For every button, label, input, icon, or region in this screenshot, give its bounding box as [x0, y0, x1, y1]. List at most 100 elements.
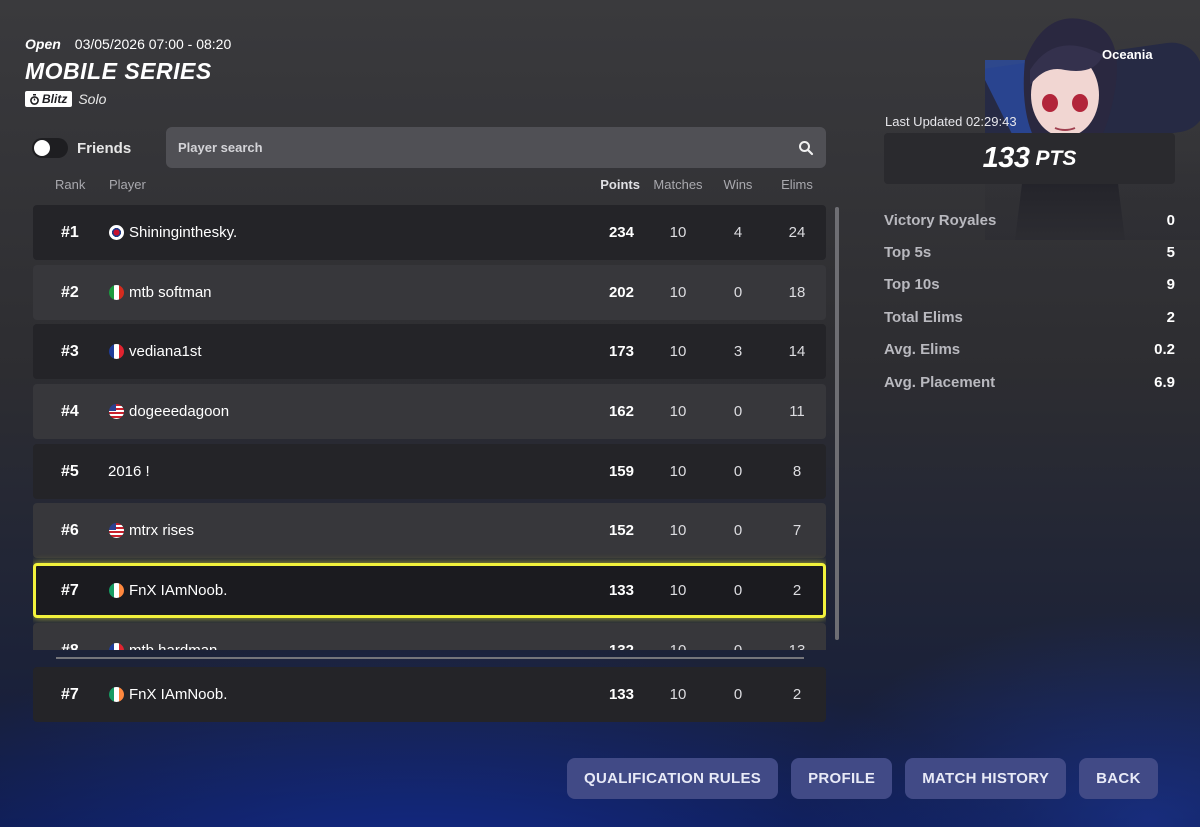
column-matches[interactable]: Matches	[643, 177, 713, 192]
flag-kr-icon	[109, 225, 124, 240]
friends-toggle[interactable]	[32, 138, 68, 158]
points-value: 133	[982, 142, 1030, 174]
row-points: 152	[608, 522, 634, 539]
leaderboard-row[interactable]: #1 Shininginthesky. 234 10 4 24	[33, 205, 826, 260]
row-rank: #5	[61, 463, 79, 480]
row-player: Shininginthesky.	[109, 205, 237, 260]
stat-label: Top 5s	[884, 244, 932, 262]
row-elims: 7	[792, 522, 802, 539]
blitz-badge: Blitz	[25, 91, 73, 107]
profile-button[interactable]: PROFILE	[791, 758, 893, 799]
row-elims: 2	[792, 582, 802, 599]
friends-filter[interactable]: Friends	[32, 138, 131, 158]
row-elims: 24	[788, 224, 806, 241]
row-matches: 10	[669, 343, 687, 360]
event-status: Open	[25, 36, 61, 52]
row-player: vediana1st	[109, 324, 202, 379]
timer-icon	[30, 93, 39, 105]
row-rank: #6	[61, 522, 79, 539]
leaderboard-row[interactable]: #6 mtrx rises 152 10 0 7	[33, 503, 826, 558]
row-matches: 10	[669, 522, 687, 539]
match-history-button[interactable]: MATCH HISTORY	[905, 758, 1067, 799]
row-points: 173	[608, 343, 634, 360]
scrollbar-thumb[interactable]	[835, 207, 839, 640]
leaderboard-row[interactable]: #4 dogeeedagoon 162 10 0 11	[33, 384, 826, 439]
row-elims: 8	[792, 463, 802, 480]
row-points: 202	[608, 284, 634, 301]
row-rank: #2	[61, 284, 79, 301]
stat-value: 9	[1166, 276, 1175, 294]
row-player-name: dogeeedagoon	[129, 403, 230, 420]
stat-top-10s: Top 10s 9	[884, 269, 1175, 301]
leaderboard-scrollbar[interactable]	[835, 207, 839, 640]
row-player: mtrx rises	[109, 503, 194, 558]
leaderboard-column-headers: Rank Player Points Matches Wins Elims	[33, 177, 826, 193]
row-elims: 14	[788, 343, 806, 360]
stat-value: 5	[1166, 244, 1175, 262]
stat-avg-elims: Avg. Elims 0.2	[884, 334, 1175, 366]
column-wins[interactable]: Wins	[708, 177, 768, 192]
row-matches: 10	[669, 224, 687, 241]
column-points[interactable]: Points	[568, 177, 640, 192]
stat-value: 0	[1166, 211, 1175, 229]
row-rank: #7	[61, 686, 79, 703]
stat-avg-placement: Avg. Placement 6.9	[884, 366, 1175, 398]
row-rank: #8	[61, 623, 79, 650]
leaderboard-row[interactable]: #2 mtb softman 202 10 0 18	[33, 265, 826, 320]
search-icon[interactable]	[798, 140, 814, 156]
leaderboard-list[interactable]: #1 Shininginthesky. 234 10 4 24 #2 mtb s…	[33, 205, 826, 650]
column-elims[interactable]: Elims	[767, 177, 827, 192]
stat-value: 2	[1166, 308, 1175, 326]
flag-fr-icon	[109, 344, 124, 359]
row-player-name: FnX IAmNoob.	[129, 686, 228, 703]
region-label: Oceania	[1102, 47, 1153, 62]
bottom-action-bar: QUALIFICATION RULES PROFILE MATCH HISTOR…	[567, 758, 1158, 799]
column-player: Player	[109, 177, 146, 192]
stat-top-5s: Top 5s 5	[884, 236, 1175, 268]
row-wins: 3	[733, 343, 743, 360]
qualification-rules-button[interactable]: QUALIFICATION RULES	[567, 758, 779, 799]
row-matches: 10	[669, 284, 687, 301]
toggle-knob	[34, 140, 50, 156]
row-player: dogeeedagoon	[109, 384, 229, 439]
stat-total-elims: Total Elims 2	[884, 301, 1175, 333]
player-search-input[interactable]	[178, 140, 798, 155]
points-summary: 133 PTS	[884, 133, 1175, 184]
leaderboard-row-current-player[interactable]: #7 FnX IAmNoob. 133 10 0 2	[33, 563, 826, 618]
stat-label: Avg. Elims	[884, 341, 961, 359]
stat-victory-royales: Victory Royales 0	[884, 204, 1175, 236]
list-divider	[56, 657, 804, 659]
row-player: mtb hardman	[109, 623, 217, 650]
flag-us-icon	[109, 404, 124, 419]
row-player-name: FnX IAmNoob.	[129, 582, 228, 599]
row-player: FnX IAmNoob.	[109, 563, 227, 618]
back-button[interactable]: BACK	[1079, 758, 1158, 799]
blitz-badge-label: Blitz	[42, 92, 68, 106]
row-player-name: 2016 !	[108, 463, 150, 480]
player-search-bar[interactable]	[166, 127, 826, 168]
event-datetime: 03/05/2026 07:00 - 08:20	[74, 36, 232, 52]
player-stats: Victory Royales 0 Top 5s 5 Top 10s 9 Total …	[884, 204, 1175, 398]
row-wins: 0	[733, 403, 743, 420]
row-player-name: mtb softman	[129, 284, 212, 301]
row-points: 133	[608, 686, 634, 703]
stat-label: Avg. Placement	[884, 373, 996, 391]
stat-value: 0.2	[1154, 341, 1175, 359]
row-player: mtb softman	[109, 265, 212, 320]
flag-ie-icon	[109, 583, 124, 598]
row-rank: #7	[61, 582, 79, 599]
flag-ie-icon	[109, 687, 124, 702]
row-elims: 11	[789, 403, 805, 420]
leaderboard-row[interactable]: #5 2016 ! 159 10 0 8	[33, 444, 826, 499]
row-rank: #1	[61, 224, 79, 241]
flag-us-icon	[109, 523, 124, 538]
row-wins: 0	[733, 463, 743, 480]
leaderboard-row[interactable]: #3 vediana1st 173 10 3 14	[33, 324, 826, 379]
row-rank: #4	[61, 403, 79, 420]
leaderboard-row[interactable]: #8 mtb hardman 132 10 0 13	[33, 623, 826, 650]
row-points: 234	[608, 224, 634, 241]
row-player: 2016 !	[108, 444, 150, 499]
pinned-current-player-row[interactable]: #7 FnX IAmNoob. 133 10 0 2	[33, 667, 826, 722]
row-matches: 10	[669, 582, 687, 599]
mode-label: Solo	[78, 91, 107, 107]
